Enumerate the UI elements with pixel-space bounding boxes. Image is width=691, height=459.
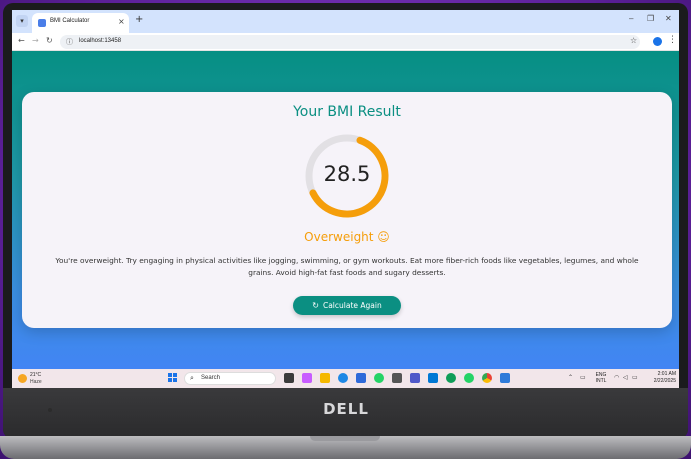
wifi-icon[interactable]: ◠ (614, 374, 619, 381)
volume-icon[interactable]: ◁ (623, 374, 628, 381)
lang-bottom: INTL (595, 378, 607, 384)
new-tab-button[interactable]: + (135, 14, 143, 25)
language-indicator[interactable]: ENG INTL (593, 372, 609, 384)
start-windows-icon[interactable] (168, 373, 178, 383)
bookmark-star-icon[interactable]: ☆ (630, 36, 637, 45)
menu-kebab-icon[interactable]: ⋮ (668, 35, 677, 45)
battery-icon[interactable]: ▭ (632, 374, 638, 381)
chrome-icon[interactable] (482, 373, 492, 383)
vscode-icon[interactable] (428, 373, 438, 383)
forward-arrow-icon[interactable]: → (32, 36, 39, 45)
profile-avatar-icon[interactable] (653, 37, 662, 46)
task-view-icon[interactable] (284, 373, 294, 383)
minimize-button[interactable]: – (629, 14, 633, 23)
weather-desc: Haze (30, 379, 42, 385)
url-text[interactable]: localhost:13458 (79, 38, 121, 44)
brand-logo: DELL (323, 400, 369, 418)
refresh-icon: ↻ (312, 301, 319, 310)
calculate-again-button[interactable]: ↻ Calculate Again (293, 296, 401, 315)
mail-icon[interactable] (392, 373, 402, 383)
browser-tabstrip: ▾ BMI Calculator × + – ❐ ✕ (12, 10, 679, 33)
site-info-icon[interactable]: ⓘ (66, 37, 73, 47)
taskbar: 21°C Haze ⌕ Search ⌃ ▭ ENG INTL ◠ ◁ ▭ 2:… (12, 369, 679, 388)
calculate-again-label: Calculate Again (322, 301, 382, 310)
browser-toolbar: ← → ↻ ⓘ localhost:13458 ☆ ⋮ (12, 33, 679, 51)
bmi-category: Overweight ☺ (304, 230, 390, 244)
tab-bmi-calculator[interactable]: BMI Calculator × (32, 13, 129, 33)
maximize-button[interactable]: ❐ (647, 14, 654, 23)
screen: ▾ BMI Calculator × + – ❐ ✕ ← → ↻ ⓘ local… (12, 10, 679, 388)
search-icon: ⌕ (190, 374, 194, 382)
back-arrow-icon[interactable]: ← (18, 36, 25, 45)
laptop-notch (310, 436, 380, 441)
clock[interactable]: 2:01 AM 2/22/2025 (642, 371, 676, 385)
tray-network-icon[interactable]: ▭ (580, 374, 586, 381)
whatsapp-icon[interactable] (374, 373, 384, 383)
close-window-button[interactable]: ✕ (665, 14, 672, 23)
whatsapp-alt-icon[interactable] (464, 373, 474, 383)
tab-title: BMI Calculator (50, 18, 90, 24)
file-explorer-icon[interactable] (320, 373, 330, 383)
weather-temp: 21°C (30, 372, 42, 378)
result-card: Your BMI Result 28.5 Overweight ☺ You're… (22, 92, 672, 328)
edge-icon[interactable] (338, 373, 348, 383)
chrome-dev-icon[interactable] (446, 373, 456, 383)
weather-widget[interactable]: 21°C Haze (18, 371, 58, 386)
sensor-dot (48, 408, 52, 412)
snipping-icon[interactable] (500, 373, 510, 383)
clock-time: 2:01 AM (657, 371, 676, 377)
address-bar[interactable]: ⓘ localhost:13458 (60, 35, 640, 49)
weather-sun-icon (18, 374, 27, 383)
result-title: Your BMI Result (293, 104, 401, 120)
reload-icon[interactable]: ↻ (46, 36, 53, 45)
taskbar-search-label: Search (201, 375, 221, 381)
clock-date: 2/22/2025 (653, 378, 676, 384)
tab-search-icon[interactable]: ▾ (16, 15, 28, 27)
page-viewport: Your BMI Result 28.5 Overweight ☺ You're… (12, 51, 679, 369)
store-icon[interactable] (356, 373, 366, 383)
taskbar-search[interactable]: ⌕ Search (184, 372, 276, 385)
favicon-icon (38, 19, 46, 27)
bmi-advice: You're overweight. Try engaging in physi… (55, 256, 639, 277)
teams-icon[interactable] (410, 373, 420, 383)
copilot-icon[interactable] (302, 373, 312, 383)
tab-close-icon[interactable]: × (118, 17, 125, 26)
bmi-value: 28.5 (323, 162, 371, 186)
tray-chevron-icon[interactable]: ⌃ (568, 374, 573, 381)
